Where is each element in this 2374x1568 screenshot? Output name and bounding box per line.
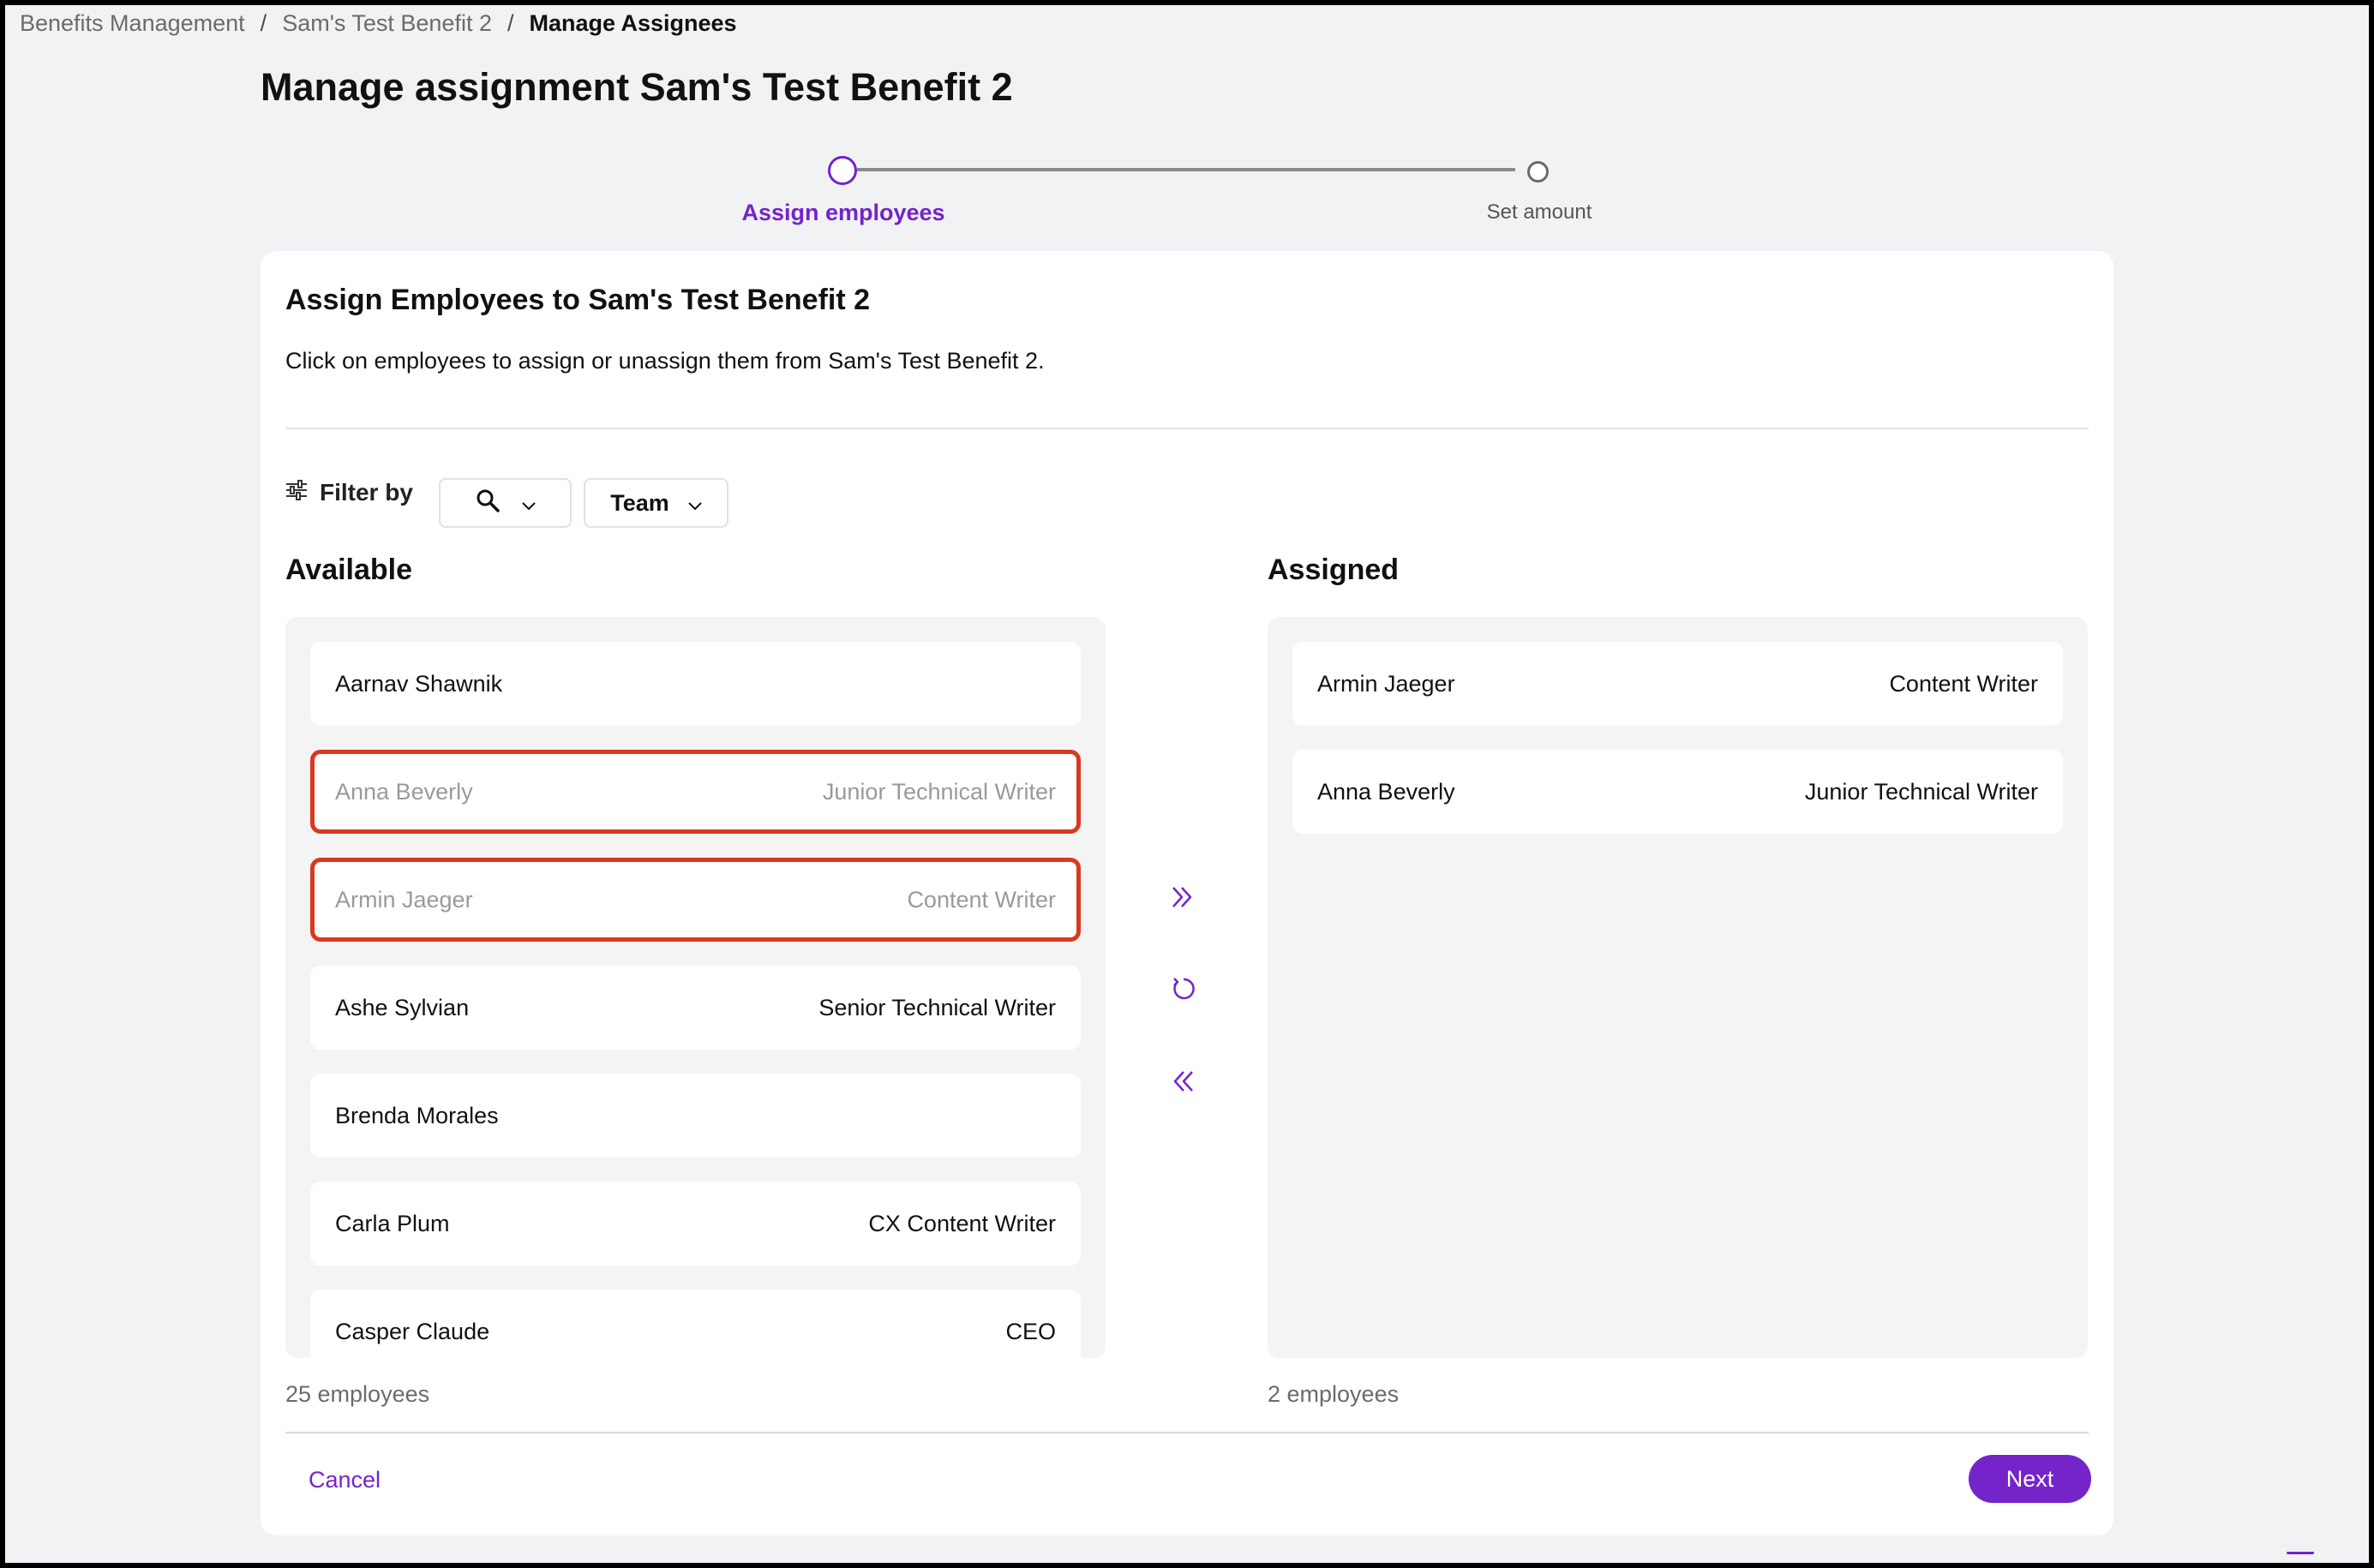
assigned-list[interactable]: Armin Jaeger Content Writer Anna Beverly… <box>1268 617 2088 1358</box>
list-item-selected[interactable]: Armin Jaeger Content Writer <box>310 858 1081 942</box>
employee-name: Casper Claude <box>335 1318 490 1344</box>
stepper-line <box>857 168 1515 171</box>
step-set-amount-label[interactable]: Set amount <box>1428 197 1651 228</box>
employee-role: CEO <box>1005 1318 1056 1344</box>
next-button[interactable]: Next <box>1969 1455 2091 1503</box>
cancel-button[interactable]: Cancel <box>309 1464 381 1495</box>
list-item[interactable]: Ashe Sylvian Senior Technical Writer <box>310 966 1081 1050</box>
assigned-count: 2 employees <box>1268 1381 1400 1407</box>
list-item[interactable]: Carla Plum CX Content Writer <box>310 1182 1081 1266</box>
list-item[interactable]: Brenda Morales <box>310 1074 1081 1158</box>
available-title: Available <box>285 554 413 586</box>
employee-name: Armin Jaeger <box>335 886 473 913</box>
team-filter-label: Team <box>610 489 669 516</box>
app-frame: Benefits Management / Sam's Test Benefit… <box>5 5 2369 1563</box>
employee-name: Brenda Morales <box>335 1102 499 1128</box>
chevron-down-icon <box>688 490 702 517</box>
employee-name: Aarnav Shawnik <box>335 670 503 697</box>
employee-role: CX Content Writer <box>868 1210 1056 1236</box>
sliders-icon <box>285 479 308 506</box>
step-assign-employees-label[interactable]: Assign employees <box>713 197 974 228</box>
employee-role: Senior Technical Writer <box>818 994 1056 1020</box>
search-filter-dropdown[interactable] <box>439 478 572 528</box>
stepper: Assign employees Set amount <box>5 5 2369 236</box>
filter-by-text: Filter by <box>320 479 413 506</box>
step-set-amount-dot[interactable] <box>1527 161 1549 183</box>
divider <box>285 428 2089 429</box>
employee-name: Armin Jaeger <box>1317 670 1455 697</box>
list-item[interactable]: Aarnav Shawnik <box>310 642 1081 726</box>
card-description: Click on employees to assign or unassign… <box>285 348 1045 374</box>
available-count: 25 employees <box>285 1381 430 1407</box>
employee-name: Anna Beverly <box>335 778 473 805</box>
employee-role: Junior Technical Writer <box>822 778 1056 805</box>
step-assign-employees-dot[interactable] <box>828 156 857 185</box>
employee-role: Content Writer <box>1889 670 2038 697</box>
search-icon <box>476 488 500 518</box>
employee-name: Carla Plum <box>335 1210 450 1236</box>
list-item-selected[interactable]: Anna Beverly Junior Technical Writer <box>310 750 1081 834</box>
filter-by-label: Filter by <box>285 476 413 510</box>
chevron-down-icon <box>521 490 536 517</box>
employee-role: Content Writer <box>907 886 1056 913</box>
assigned-title: Assigned <box>1268 554 1400 586</box>
employee-name: Ashe Sylvian <box>335 994 470 1020</box>
card-title: Assign Employees to Sam's Test Benefit 2 <box>285 284 870 316</box>
list-item[interactable]: Anna Beverly Junior Technical Writer <box>1292 750 2063 834</box>
chevrons-right-icon[interactable] <box>1162 877 1203 918</box>
team-filter-dropdown[interactable]: Team <box>584 478 728 528</box>
list-item[interactable]: Casper Claude CEO <box>310 1290 1081 1358</box>
corner-indicator <box>2287 1552 2314 1554</box>
assign-card: Assign Employees to Sam's Test Benefit 2… <box>261 251 2113 1535</box>
chevrons-left-icon[interactable] <box>1162 1061 1203 1102</box>
employee-name: Anna Beverly <box>1317 778 1455 805</box>
refresh-icon[interactable] <box>1162 968 1203 1009</box>
footer-divider <box>285 1432 2089 1433</box>
employee-role: Junior Technical Writer <box>1804 778 2038 805</box>
list-item[interactable]: Armin Jaeger Content Writer <box>1292 642 2063 726</box>
available-list[interactable]: Aarnav Shawnik Anna Beverly Junior Techn… <box>285 617 1106 1358</box>
